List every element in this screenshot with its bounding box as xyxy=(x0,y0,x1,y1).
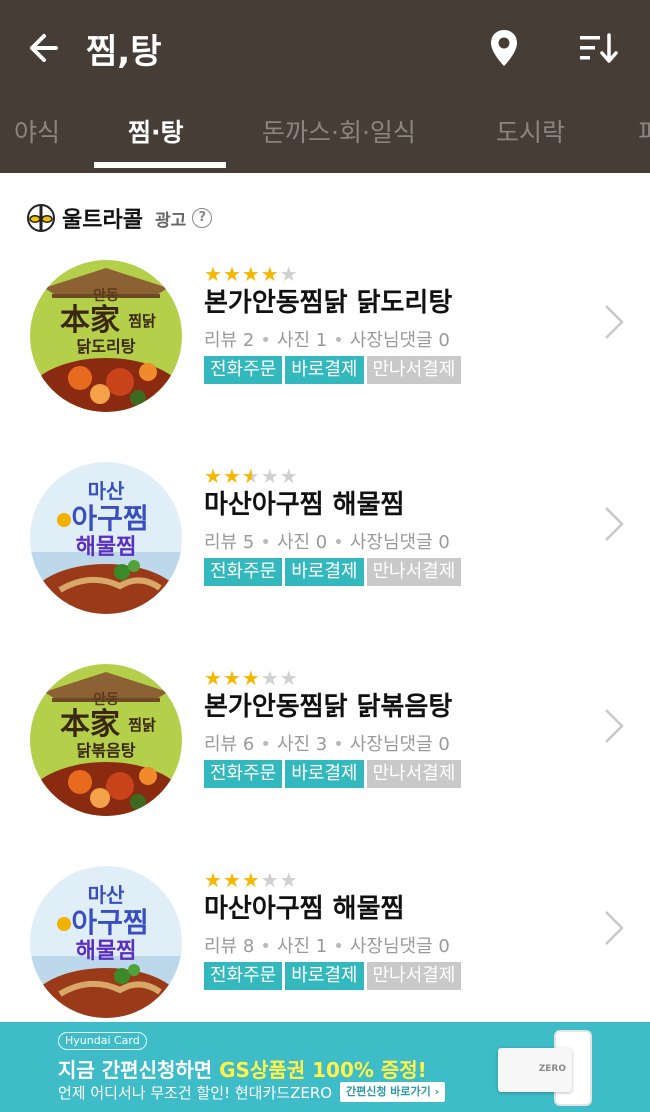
store-badges: 전화주문 바로결제 만나서결제 xyxy=(204,356,462,384)
logo-top: 안동 xyxy=(93,287,119,304)
arrow-left-icon xyxy=(30,34,58,62)
store-meta: 리뷰 6 • 사진 3 • 사장님댓글 0 xyxy=(204,734,450,755)
store-meta: 리뷰 5 • 사진 0 • 사장님댓글 0 xyxy=(204,532,450,553)
ad-section-header: 울트라콜 광고 ? xyxy=(26,201,213,235)
tab-donkatsu[interactable]: 돈까스·회·일식 xyxy=(262,113,416,149)
logo-main: 아구찜 xyxy=(71,502,148,535)
help-icon[interactable]: ? xyxy=(192,208,213,228)
direct-pay-badge: 바로결제 xyxy=(285,760,364,788)
direct-pay-badge: 바로결제 xyxy=(285,962,364,990)
logo-sub: 해물찜 xyxy=(76,535,137,560)
tab-pizza[interactable]: 피 xyxy=(638,113,650,149)
banner-cta-button[interactable]: 간편신청 바로가기 › xyxy=(340,1082,446,1102)
store-meta: 리뷰 2 • 사진 1 • 사장님댓글 0 xyxy=(204,330,450,351)
chevron-right-icon xyxy=(605,911,624,945)
ad-brand: 울트라콜 xyxy=(62,208,143,233)
logo-side: 찜닭 xyxy=(128,716,156,734)
logo-sub: 닭도리탕 xyxy=(77,337,136,356)
store-list-item[interactable]: 안동 本家 찜닭 닭도리탕 ★★★★★ 본가안동찜닭 닭도리탕 리뷰 2 • 사진 … xyxy=(0,260,650,460)
banner-subtext: 언제 어디서나 무조건 할인! 현대카드ZERO xyxy=(58,1084,333,1102)
store-name: 본가안동찜닭 닭도리탕 xyxy=(204,288,453,318)
meet-pay-badge: 만나서결제 xyxy=(366,558,462,586)
logo-sub: 닭볶음탕 xyxy=(77,741,136,760)
logo-main: 아구찜 xyxy=(71,906,148,939)
chevron-right-icon xyxy=(605,709,624,743)
back-button[interactable] xyxy=(22,28,62,68)
sort-icon xyxy=(580,33,618,63)
ultraman-icon xyxy=(27,204,55,232)
store-badges: 전화주문 바로결제 만나서결제 xyxy=(204,558,462,586)
logo-main: 本家 xyxy=(60,303,120,338)
banner-headline: 지금 간편신청하면 GS상품권 100% 증정! xyxy=(58,1058,427,1082)
store-name: 마산아구찜 해물찜 xyxy=(204,490,405,520)
tab-dosirak[interactable]: 도시락 xyxy=(496,113,565,149)
chevron-right-icon xyxy=(605,507,624,541)
meet-pay-badge: 만나서결제 xyxy=(366,962,462,990)
tab-yasik[interactable]: 야식 xyxy=(14,113,60,149)
store-list-item[interactable]: 안동 本家 찜닭 닭볶음탕 ★★★★★ 본가안동찜닭 닭볶음탕 리뷰 6 • 사진 … xyxy=(0,664,650,864)
location-pin-icon xyxy=(491,30,517,66)
phone-order-badge: 전화주문 xyxy=(204,760,283,788)
active-tab-indicator xyxy=(94,162,226,168)
app-header: 찜,탕 xyxy=(0,0,650,95)
phone-order-badge: 전화주문 xyxy=(204,962,283,990)
bottom-banner-ad[interactable]: Hyundai Card 지금 간편신청하면 GS상품권 100% 증정! 언제… xyxy=(0,1022,650,1112)
store-logo: 마산 아구찜 해물찜 xyxy=(30,866,182,1018)
store-meta: 리뷰 8 • 사진 1 • 사장님댓글 0 xyxy=(204,936,450,957)
location-button[interactable] xyxy=(484,26,524,70)
store-logo: 안동 本家 찜닭 닭볶음탕 xyxy=(30,664,182,816)
logo-top: 마산 xyxy=(88,883,125,907)
logo-side: 찜닭 xyxy=(128,312,156,330)
store-logo: 안동 本家 찜닭 닭도리탕 xyxy=(30,260,182,412)
store-name: 본가안동찜닭 닭볶음탕 xyxy=(204,692,453,722)
store-list-item[interactable]: 마산 아구찜 해물찜 ★★★★★ 마산아구찜 해물찜 리뷰 5 • 사진 0 • 사장님… xyxy=(0,462,650,662)
sort-button[interactable] xyxy=(576,28,620,68)
logo-sub: 해물찜 xyxy=(76,939,137,964)
tab-jjim-tang[interactable]: 찜·탕 xyxy=(128,113,184,149)
logo-top: 안동 xyxy=(93,691,119,708)
credit-card-image: ZERO xyxy=(498,1048,572,1092)
store-logo: 마산 아구찜 해물찜 xyxy=(30,462,182,614)
category-tabs: 야식 찜·탕 돈까스·회·일식 도시락 피 xyxy=(0,95,650,173)
store-badges: 전화주문 바로결제 만나서결제 xyxy=(204,962,462,990)
store-badges: 전화주문 바로결제 만나서결제 xyxy=(204,760,462,788)
logo-top: 마산 xyxy=(88,479,125,503)
banner-brand-tag: Hyundai Card xyxy=(58,1032,147,1050)
ad-label: 광고 xyxy=(154,210,187,231)
phone-order-badge: 전화주문 xyxy=(204,356,283,384)
page-title: 찜,탕 xyxy=(86,32,162,72)
direct-pay-badge: 바로결제 xyxy=(285,558,364,586)
logo-main: 本家 xyxy=(60,707,120,742)
meet-pay-badge: 만나서결제 xyxy=(366,356,462,384)
chevron-right-icon xyxy=(605,305,624,339)
meet-pay-badge: 만나서결제 xyxy=(366,760,462,788)
phone-order-badge: 전화주문 xyxy=(204,558,283,586)
store-name: 마산아구찜 해물찜 xyxy=(204,894,405,924)
direct-pay-badge: 바로결제 xyxy=(285,356,364,384)
